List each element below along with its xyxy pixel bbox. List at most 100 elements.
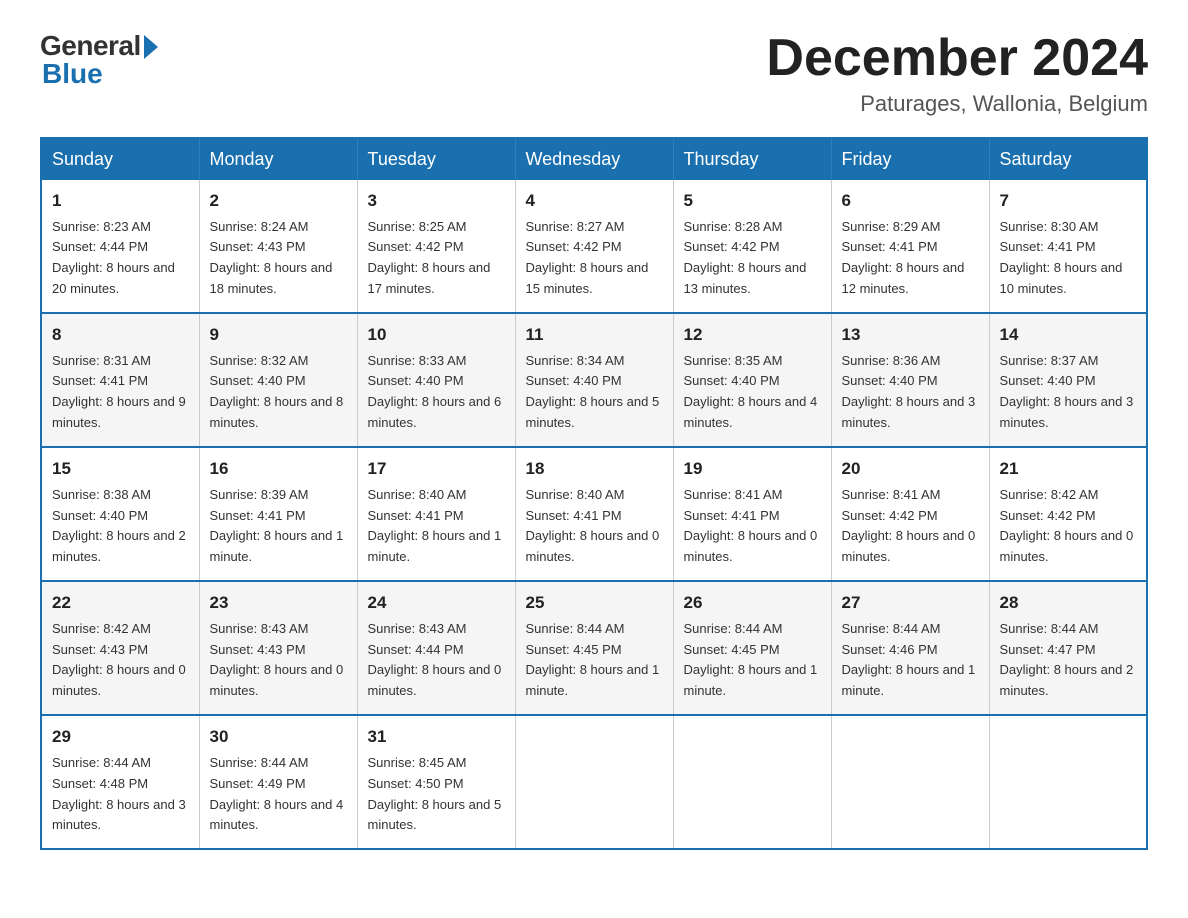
day-number: 5 [684, 188, 821, 214]
calendar-day-cell: 29 Sunrise: 8:44 AMSunset: 4:48 PMDayligh… [41, 715, 199, 849]
day-of-week-header: Thursday [673, 138, 831, 180]
calendar-header-row: SundayMondayTuesdayWednesdayThursdayFrid… [41, 138, 1147, 180]
calendar-day-cell: 19 Sunrise: 8:41 AMSunset: 4:41 PMDayligh… [673, 447, 831, 581]
day-number: 2 [210, 188, 347, 214]
day-number: 3 [368, 188, 505, 214]
day-info: Sunrise: 8:43 AMSunset: 4:43 PMDaylight:… [210, 621, 344, 699]
day-info: Sunrise: 8:45 AMSunset: 4:50 PMDaylight:… [368, 755, 502, 833]
day-number: 26 [684, 590, 821, 616]
day-number: 16 [210, 456, 347, 482]
calendar-day-cell: 14Sunrise: 8:37 AMSunset: 4:40 PMDayligh… [989, 313, 1147, 447]
calendar-week-row: 29 Sunrise: 8:44 AMSunset: 4:48 PMDayligh… [41, 715, 1147, 849]
day-info: Sunrise: 8:43 AMSunset: 4:44 PMDaylight:… [368, 621, 502, 699]
day-number: 13 [842, 322, 979, 348]
day-info: Sunrise: 8:39 AMSunset: 4:41 PMDaylight:… [210, 487, 344, 565]
calendar-day-cell: 25 Sunrise: 8:44 AMSunset: 4:45 PMDayligh… [515, 581, 673, 715]
calendar-day-cell: 27 Sunrise: 8:44 AMSunset: 4:46 PMDayligh… [831, 581, 989, 715]
calendar-day-cell: 22 Sunrise: 8:42 AMSunset: 4:43 PMDayligh… [41, 581, 199, 715]
day-number: 28 [1000, 590, 1137, 616]
logo-arrow-icon [144, 35, 158, 59]
calendar-day-cell [673, 715, 831, 849]
day-of-week-header: Monday [199, 138, 357, 180]
calendar-day-cell: 9 Sunrise: 8:32 AMSunset: 4:40 PMDaylight… [199, 313, 357, 447]
day-info: Sunrise: 8:35 AMSunset: 4:40 PMDaylight:… [684, 353, 818, 431]
day-info: Sunrise: 8:38 AMSunset: 4:40 PMDaylight:… [52, 487, 186, 565]
day-info: Sunrise: 8:40 AMSunset: 4:41 PMDaylight:… [526, 487, 660, 565]
day-number: 7 [1000, 188, 1137, 214]
logo: General Blue [40, 30, 158, 90]
day-number: 25 [526, 590, 663, 616]
day-number: 22 [52, 590, 189, 616]
day-info: Sunrise: 8:41 AMSunset: 4:42 PMDaylight:… [842, 487, 976, 565]
calendar-day-cell: 15 Sunrise: 8:38 AMSunset: 4:40 PMDayligh… [41, 447, 199, 581]
day-number: 19 [684, 456, 821, 482]
calendar-day-cell: 30 Sunrise: 8:44 AMSunset: 4:49 PMDayligh… [199, 715, 357, 849]
day-number: 11 [526, 322, 663, 348]
calendar-day-cell: 31Sunrise: 8:45 AMSunset: 4:50 PMDayligh… [357, 715, 515, 849]
day-info: Sunrise: 8:29 AMSunset: 4:41 PMDaylight:… [842, 219, 965, 297]
calendar-day-cell: 16 Sunrise: 8:39 AMSunset: 4:41 PMDayligh… [199, 447, 357, 581]
day-number: 21 [1000, 456, 1137, 482]
calendar-week-row: 15 Sunrise: 8:38 AMSunset: 4:40 PMDayligh… [41, 447, 1147, 581]
day-number: 6 [842, 188, 979, 214]
day-number: 9 [210, 322, 347, 348]
calendar-day-cell: 10 Sunrise: 8:33 AMSunset: 4:40 PMDayligh… [357, 313, 515, 447]
page-header: General Blue December 2024 Paturages, Wa… [40, 30, 1148, 117]
day-info: Sunrise: 8:32 AMSunset: 4:40 PMDaylight:… [210, 353, 344, 431]
calendar-day-cell [831, 715, 989, 849]
day-number: 18 [526, 456, 663, 482]
calendar-day-cell: 20 Sunrise: 8:41 AMSunset: 4:42 PMDayligh… [831, 447, 989, 581]
day-info: Sunrise: 8:30 AMSunset: 4:41 PMDaylight:… [1000, 219, 1123, 297]
calendar-day-cell: 28 Sunrise: 8:44 AMSunset: 4:47 PMDayligh… [989, 581, 1147, 715]
day-info: Sunrise: 8:28 AMSunset: 4:42 PMDaylight:… [684, 219, 807, 297]
day-number: 30 [210, 724, 347, 750]
calendar-day-cell [515, 715, 673, 849]
day-info: Sunrise: 8:44 AMSunset: 4:48 PMDaylight:… [52, 755, 186, 833]
calendar-day-cell: 5 Sunrise: 8:28 AMSunset: 4:42 PMDaylight… [673, 180, 831, 313]
location-subtitle: Paturages, Wallonia, Belgium [766, 91, 1148, 117]
calendar-day-cell: 12Sunrise: 8:35 AMSunset: 4:40 PMDayligh… [673, 313, 831, 447]
day-info: Sunrise: 8:44 AMSunset: 4:47 PMDaylight:… [1000, 621, 1134, 699]
calendar-week-row: 1Sunrise: 8:23 AMSunset: 4:44 PMDaylight… [41, 180, 1147, 313]
day-of-week-header: Tuesday [357, 138, 515, 180]
day-of-week-header: Saturday [989, 138, 1147, 180]
day-info: Sunrise: 8:36 AMSunset: 4:40 PMDaylight:… [842, 353, 976, 431]
day-info: Sunrise: 8:42 AMSunset: 4:43 PMDaylight:… [52, 621, 186, 699]
day-of-week-header: Friday [831, 138, 989, 180]
day-of-week-header: Sunday [41, 138, 199, 180]
calendar-day-cell: 17 Sunrise: 8:40 AMSunset: 4:41 PMDayligh… [357, 447, 515, 581]
calendar-day-cell: 26 Sunrise: 8:44 AMSunset: 4:45 PMDayligh… [673, 581, 831, 715]
calendar-day-cell: 13 Sunrise: 8:36 AMSunset: 4:40 PMDayligh… [831, 313, 989, 447]
day-info: Sunrise: 8:44 AMSunset: 4:45 PMDaylight:… [684, 621, 818, 699]
day-info: Sunrise: 8:44 AMSunset: 4:45 PMDaylight:… [526, 621, 660, 699]
day-info: Sunrise: 8:44 AMSunset: 4:46 PMDaylight:… [842, 621, 976, 699]
calendar-day-cell: 6 Sunrise: 8:29 AMSunset: 4:41 PMDaylight… [831, 180, 989, 313]
day-info: Sunrise: 8:27 AMSunset: 4:42 PMDaylight:… [526, 219, 649, 297]
calendar-day-cell: 1Sunrise: 8:23 AMSunset: 4:44 PMDaylight… [41, 180, 199, 313]
calendar-day-cell: 24Sunrise: 8:43 AMSunset: 4:44 PMDayligh… [357, 581, 515, 715]
day-number: 15 [52, 456, 189, 482]
day-number: 17 [368, 456, 505, 482]
day-info: Sunrise: 8:23 AMSunset: 4:44 PMDaylight:… [52, 219, 175, 297]
day-number: 27 [842, 590, 979, 616]
calendar-day-cell: 2 Sunrise: 8:24 AMSunset: 4:43 PMDaylight… [199, 180, 357, 313]
day-info: Sunrise: 8:44 AMSunset: 4:49 PMDaylight:… [210, 755, 344, 833]
calendar-day-cell [989, 715, 1147, 849]
month-title: December 2024 [766, 30, 1148, 87]
day-info: Sunrise: 8:34 AMSunset: 4:40 PMDaylight:… [526, 353, 660, 431]
calendar-day-cell: 8Sunrise: 8:31 AMSunset: 4:41 PMDaylight… [41, 313, 199, 447]
day-of-week-header: Wednesday [515, 138, 673, 180]
calendar-day-cell: 3 Sunrise: 8:25 AMSunset: 4:42 PMDaylight… [357, 180, 515, 313]
day-number: 23 [210, 590, 347, 616]
day-info: Sunrise: 8:33 AMSunset: 4:40 PMDaylight:… [368, 353, 502, 431]
day-info: Sunrise: 8:40 AMSunset: 4:41 PMDaylight:… [368, 487, 502, 565]
day-number: 20 [842, 456, 979, 482]
day-info: Sunrise: 8:31 AMSunset: 4:41 PMDaylight:… [52, 353, 186, 431]
day-info: Sunrise: 8:42 AMSunset: 4:42 PMDaylight:… [1000, 487, 1134, 565]
day-number: 10 [368, 322, 505, 348]
day-info: Sunrise: 8:25 AMSunset: 4:42 PMDaylight:… [368, 219, 491, 297]
day-number: 29 [52, 724, 189, 750]
day-info: Sunrise: 8:41 AMSunset: 4:41 PMDaylight:… [684, 487, 818, 565]
day-info: Sunrise: 8:24 AMSunset: 4:43 PMDaylight:… [210, 219, 333, 297]
calendar-day-cell: 7 Sunrise: 8:30 AMSunset: 4:41 PMDaylight… [989, 180, 1147, 313]
